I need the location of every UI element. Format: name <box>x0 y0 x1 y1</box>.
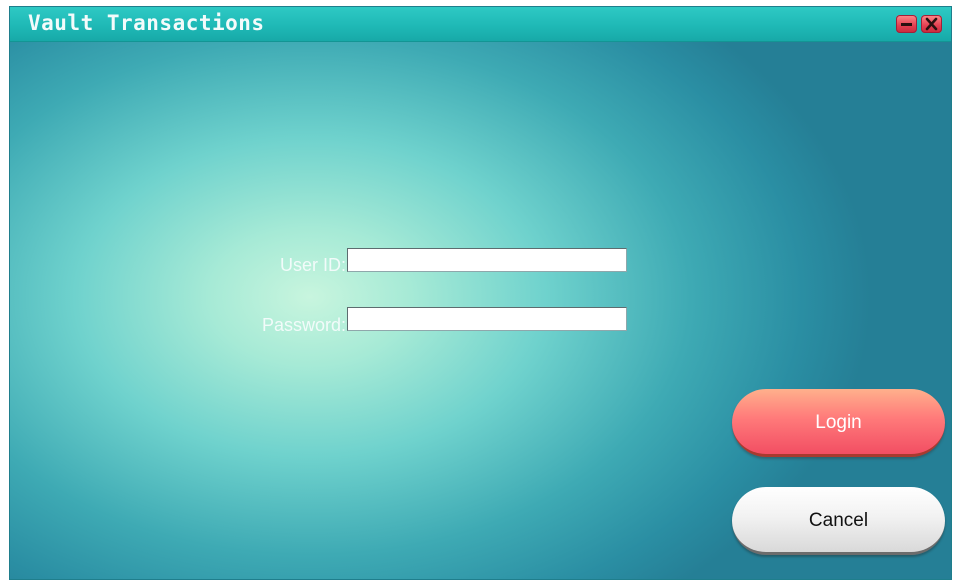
minimize-button[interactable] <box>896 15 917 33</box>
app-window: Vault Transactions User ID: Password: Lo… <box>10 7 951 579</box>
close-button[interactable] <box>921 15 942 33</box>
minimize-icon <box>901 23 912 26</box>
cancel-button[interactable]: Cancel <box>732 487 945 555</box>
login-button[interactable]: Login <box>732 389 945 457</box>
user-id-label: User ID: <box>279 255 346 275</box>
close-icon <box>925 17 938 31</box>
password-label: Password: <box>261 315 346 335</box>
title-bar[interactable]: Vault Transactions <box>10 7 951 42</box>
user-id-input[interactable] <box>347 248 627 272</box>
password-input[interactable] <box>347 307 627 331</box>
window-title: Vault Transactions <box>28 11 265 35</box>
